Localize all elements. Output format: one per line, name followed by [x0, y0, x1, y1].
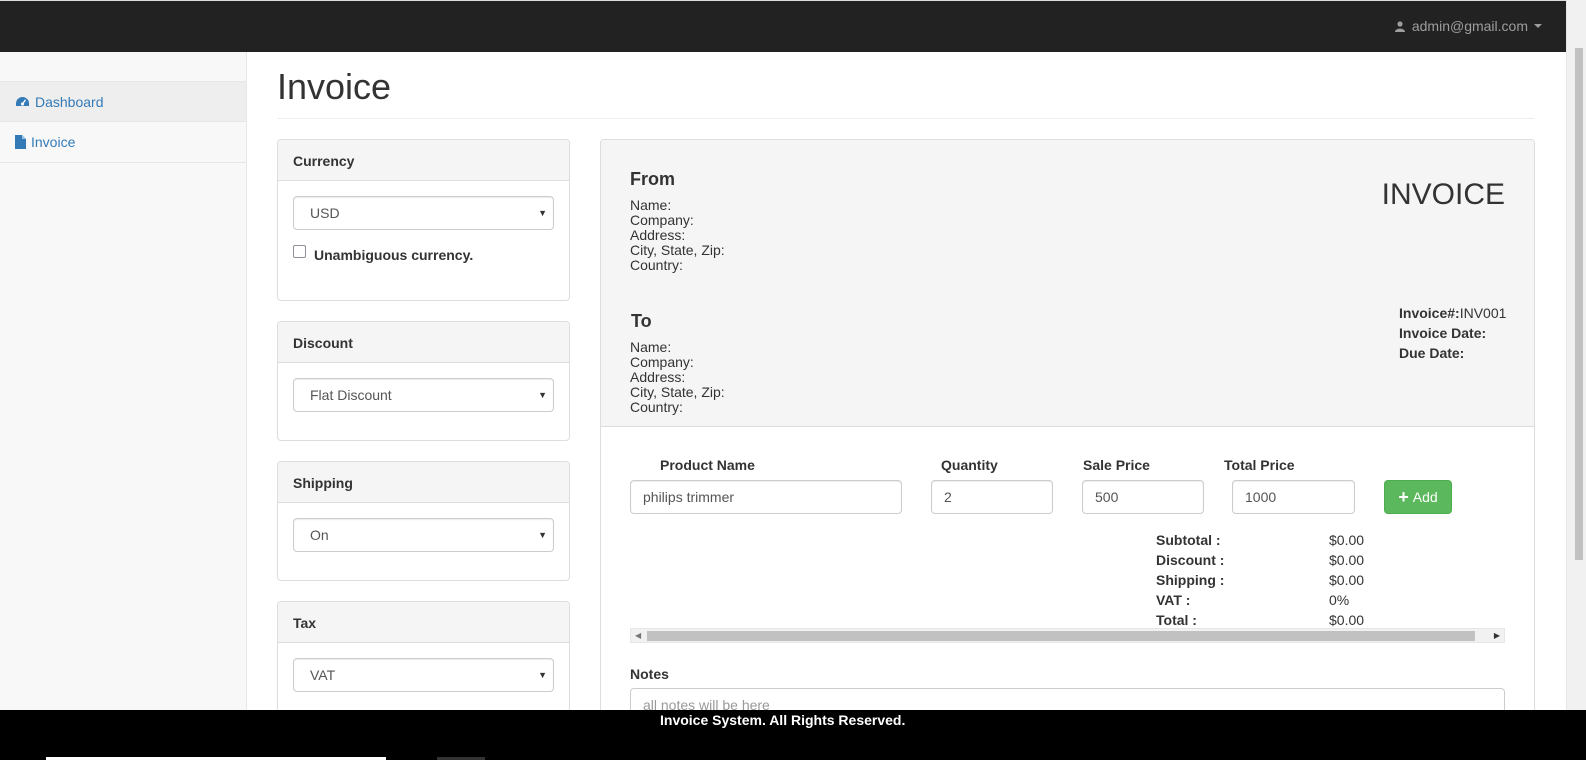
scroll-right-icon[interactable]: ▶: [1494, 631, 1500, 640]
user-icon: [1394, 20, 1405, 32]
tax-panel: Tax VAT ▼: [277, 601, 570, 721]
user-menu-dropdown[interactable]: admin@gmail.com: [1394, 18, 1542, 34]
currency-panel: Currency USD ▼ Unambiguous currency.: [277, 139, 570, 301]
user-email: admin@gmail.com: [1411, 18, 1528, 34]
select-value: On: [310, 527, 329, 543]
footer-copyright: Invoice System. All Rights Reserved.: [660, 712, 906, 728]
shipping-panel: Shipping On ▼: [277, 461, 570, 581]
footer: Invoice System. All Rights Reserved.: [0, 710, 1586, 760]
sidebar-item-label: Dashboard: [35, 93, 104, 110]
total-value: $0.00: [1329, 612, 1365, 628]
page-title: Invoice: [277, 66, 392, 107]
total-label: Total :: [1156, 612, 1197, 628]
product-name-header: Product Name: [660, 457, 755, 473]
sidebar: Dashboard Invoice: [0, 52, 247, 710]
from-address-label: Address:: [630, 227, 686, 243]
invoice-header: From Name: Company: Address: City, State…: [601, 140, 1534, 427]
currency-select[interactable]: USD ▼: [293, 196, 554, 230]
scroll-left-icon[interactable]: ◀: [635, 631, 641, 640]
totals-summary: Subtotal : $0.00 Discount : $0.00 Shipping…: [1156, 530, 1364, 630]
from-company-label: Company:: [630, 212, 694, 228]
unambiguous-currency-option[interactable]: Unambiguous currency.: [293, 244, 554, 263]
from-name-label: Name:: [630, 197, 672, 213]
sale-price-header: Sale Price: [1083, 457, 1150, 473]
sale-price-input[interactable]: 500: [1082, 480, 1204, 514]
total-price-header: Total Price: [1224, 457, 1295, 473]
from-city-label: City, State, Zip:: [630, 242, 725, 258]
add-button-label: Add: [1412, 489, 1438, 505]
select-value: USD: [310, 205, 340, 221]
dropdown-arrow-icon: ▼: [538, 530, 547, 540]
total-price-input[interactable]: 1000: [1232, 480, 1355, 514]
from-country-label: Country:: [630, 257, 683, 273]
select-value: Flat Discount: [310, 387, 392, 403]
plus-icon: +: [1398, 487, 1409, 507]
discount-value: $0.00: [1329, 552, 1365, 568]
from-address: Name: Company: Address: City, State, Zip…: [630, 198, 725, 273]
horizontal-scrollbar[interactable]: ◀ ▶: [630, 628, 1505, 643]
to-country-label: Country:: [630, 399, 683, 415]
shipping-value: $0.00: [1329, 572, 1365, 588]
tax-select[interactable]: VAT ▼: [293, 658, 554, 692]
invoice-date-label: Invoice Date:: [1399, 325, 1487, 341]
to-name-label: Name:: [630, 339, 672, 355]
discount-panel: Discount Flat Discount ▼: [277, 321, 570, 441]
vat-label: VAT :: [1156, 592, 1191, 608]
discount-select[interactable]: Flat Discount ▼: [293, 378, 554, 412]
panel-heading: Discount: [278, 322, 569, 363]
to-company-label: Company:: [630, 354, 694, 370]
due-date-label: Due Date:: [1399, 345, 1465, 361]
chevron-down-icon: [1534, 24, 1542, 28]
vertical-scrollbar-thumb[interactable]: [1575, 48, 1583, 560]
invoice-preview: From Name: Company: Address: City, State…: [600, 139, 1535, 719]
to-address: Name: Company: Address: City, State, Zip…: [630, 340, 725, 415]
top-navbar: admin@gmail.com: [0, 0, 1566, 52]
dropdown-arrow-icon: ▼: [538, 208, 547, 218]
to-address-label: Address:: [630, 369, 686, 385]
dropdown-arrow-icon: ▼: [538, 390, 547, 400]
invoice-heading: INVOICE: [1381, 178, 1505, 211]
quantity-header: Quantity: [941, 457, 998, 473]
invoice-number-label: Invoice#:: [1399, 305, 1460, 321]
horizontal-scrollbar-thumb[interactable]: [647, 631, 1475, 641]
checkbox-label: Unambiguous currency.: [314, 247, 474, 263]
panel-heading: Currency: [278, 140, 569, 181]
invoice-number: INV001: [1459, 305, 1507, 321]
sidebar-item-dashboard[interactable]: Dashboard: [0, 81, 246, 122]
select-value: VAT: [310, 667, 336, 683]
from-title: From: [630, 169, 675, 189]
quantity-input[interactable]: 2: [931, 480, 1053, 514]
sidebar-item-label: Invoice: [31, 134, 76, 150]
vertical-scrollbar[interactable]: [1566, 0, 1586, 710]
divider: [277, 118, 1534, 119]
unambiguous-currency-checkbox[interactable]: [293, 244, 306, 258]
discount-label: Discount :: [1156, 552, 1225, 568]
panel-heading: Shipping: [278, 462, 569, 503]
to-city-label: City, State, Zip:: [630, 384, 725, 400]
sidebar-item-invoice[interactable]: Invoice: [0, 122, 246, 163]
shipping-select[interactable]: On ▼: [293, 518, 554, 552]
subtotal-value: $0.00: [1329, 532, 1365, 548]
invoice-meta: Invoice#:INV001 Invoice Date: Due Date:: [1399, 303, 1506, 363]
notes-label: Notes: [630, 666, 669, 682]
dashboard-icon: [16, 96, 29, 106]
vat-value: 0%: [1329, 592, 1350, 608]
shipping-label: Shipping :: [1156, 572, 1225, 588]
subtotal-label: Subtotal :: [1156, 532, 1221, 548]
product-name-input[interactable]: philips trimmer: [630, 480, 902, 514]
file-icon: [15, 135, 26, 149]
dropdown-arrow-icon: ▼: [538, 670, 547, 680]
to-title: To: [631, 311, 652, 331]
add-item-button[interactable]: + Add: [1384, 480, 1452, 514]
panel-heading: Tax: [278, 602, 569, 643]
